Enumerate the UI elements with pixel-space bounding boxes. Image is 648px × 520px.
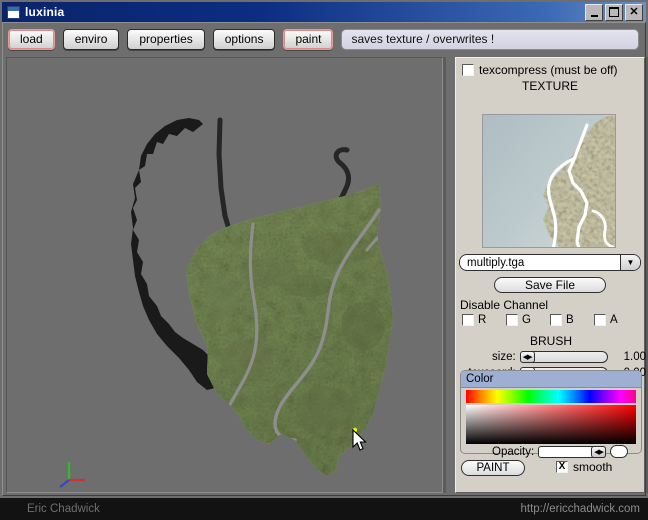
enviro-button[interactable]: enviro	[62, 28, 120, 50]
color-group-title: Color	[461, 371, 641, 388]
color-group: Color Opacity: ◀▶	[460, 370, 642, 458]
mouse-cursor	[352, 429, 367, 451]
disable-channel-label: Disable Channel	[460, 298, 549, 312]
channel-g-label: G	[522, 314, 531, 326]
chevron-down-icon[interactable]: ▼	[620, 255, 640, 270]
texture-preview[interactable]	[482, 114, 616, 248]
texcompress-checkbox[interactable]	[462, 64, 474, 76]
viewport-panel-divider	[443, 57, 446, 493]
opacity-label: Opacity:	[492, 445, 535, 458]
channel-r[interactable]: R	[462, 314, 506, 326]
title-bar: luxinia ✕	[2, 2, 646, 22]
load-button[interactable]: load	[8, 28, 55, 50]
viewport-3d[interactable]: luxinia terrain 20.760 -37.432 -0.995 ob…	[6, 57, 443, 493]
texture-preview-image	[483, 115, 615, 247]
channel-g-checkbox[interactable]	[506, 314, 518, 326]
opacity-row: Opacity: ◀▶	[466, 445, 638, 458]
disable-channel-row: R G B A	[462, 314, 640, 326]
options-button[interactable]: options	[212, 28, 276, 50]
color-swatch[interactable]	[610, 445, 629, 458]
maximize-button[interactable]	[605, 3, 623, 21]
texture-section-header: TEXTURE	[521, 79, 578, 93]
channel-b-checkbox[interactable]	[550, 314, 562, 326]
window-title: luxinia	[25, 5, 65, 19]
channel-a-label: A	[610, 314, 618, 326]
footer-url: http://ericchadwick.com	[520, 503, 640, 515]
minimize-button[interactable]	[585, 3, 603, 21]
terrain-render	[7, 58, 442, 492]
window-icon	[7, 5, 20, 19]
texture-file-combo[interactable]: multiply.tga ▼	[459, 254, 641, 271]
texture-tools-panel: texcompress (must be off) TEXTURE multip…	[455, 57, 646, 493]
channel-b-label: B	[566, 314, 574, 326]
footer-author: Eric Chadwick	[27, 503, 100, 515]
window-controls: ✕	[585, 3, 643, 21]
brush-size-slider-handle[interactable]: ◀▶	[519, 351, 535, 363]
channel-a-checkbox[interactable]	[594, 314, 606, 326]
hue-strip[interactable]	[466, 390, 636, 403]
brush-size-label: size:	[492, 351, 516, 363]
opacity-slider-handle[interactable]: ◀▶	[591, 445, 607, 458]
properties-button[interactable]: properties	[127, 28, 205, 50]
status-message: saves texture / overwrites !	[341, 28, 639, 50]
smooth-row[interactable]: X smooth	[556, 460, 612, 474]
smooth-checkbox[interactable]: X	[556, 461, 568, 473]
brush-size-slider[interactable]: ◀▶	[519, 351, 609, 363]
channel-a[interactable]: A	[594, 314, 638, 326]
brush-section-header: BRUSH	[529, 334, 572, 348]
main-toolbar: load enviro properties options paint sav…	[3, 23, 647, 55]
channel-r-checkbox[interactable]	[462, 314, 474, 326]
paint-action-button[interactable]: PAINT	[461, 460, 525, 476]
page-footer: Eric Chadwick http://ericchadwick.com	[0, 498, 648, 520]
opacity-slider[interactable]: ◀▶	[538, 445, 607, 458]
brush-size-row: size: ◀▶ 1.00	[456, 350, 646, 364]
texcompress-row[interactable]: texcompress (must be off)	[456, 58, 644, 77]
brush-size-value: 1.00	[623, 351, 646, 363]
paint-button[interactable]: paint	[283, 28, 334, 50]
luxinia-application-window: luxinia ✕ load enviro properties options…	[0, 0, 648, 520]
axis-gizmo	[59, 462, 85, 488]
texcompress-label: texcompress (must be off)	[479, 63, 618, 77]
saturation-value-box[interactable]	[466, 405, 636, 444]
texture-file-value: multiply.tga	[467, 256, 525, 269]
main-frame: load enviro properties options paint sav…	[2, 22, 648, 496]
channel-b[interactable]: B	[550, 314, 594, 326]
channel-r-label: R	[478, 314, 487, 326]
smooth-label: smooth	[573, 460, 613, 474]
save-file-button[interactable]: Save File	[494, 277, 606, 293]
close-button[interactable]: ✕	[625, 3, 643, 21]
channel-g[interactable]: G	[506, 314, 550, 326]
